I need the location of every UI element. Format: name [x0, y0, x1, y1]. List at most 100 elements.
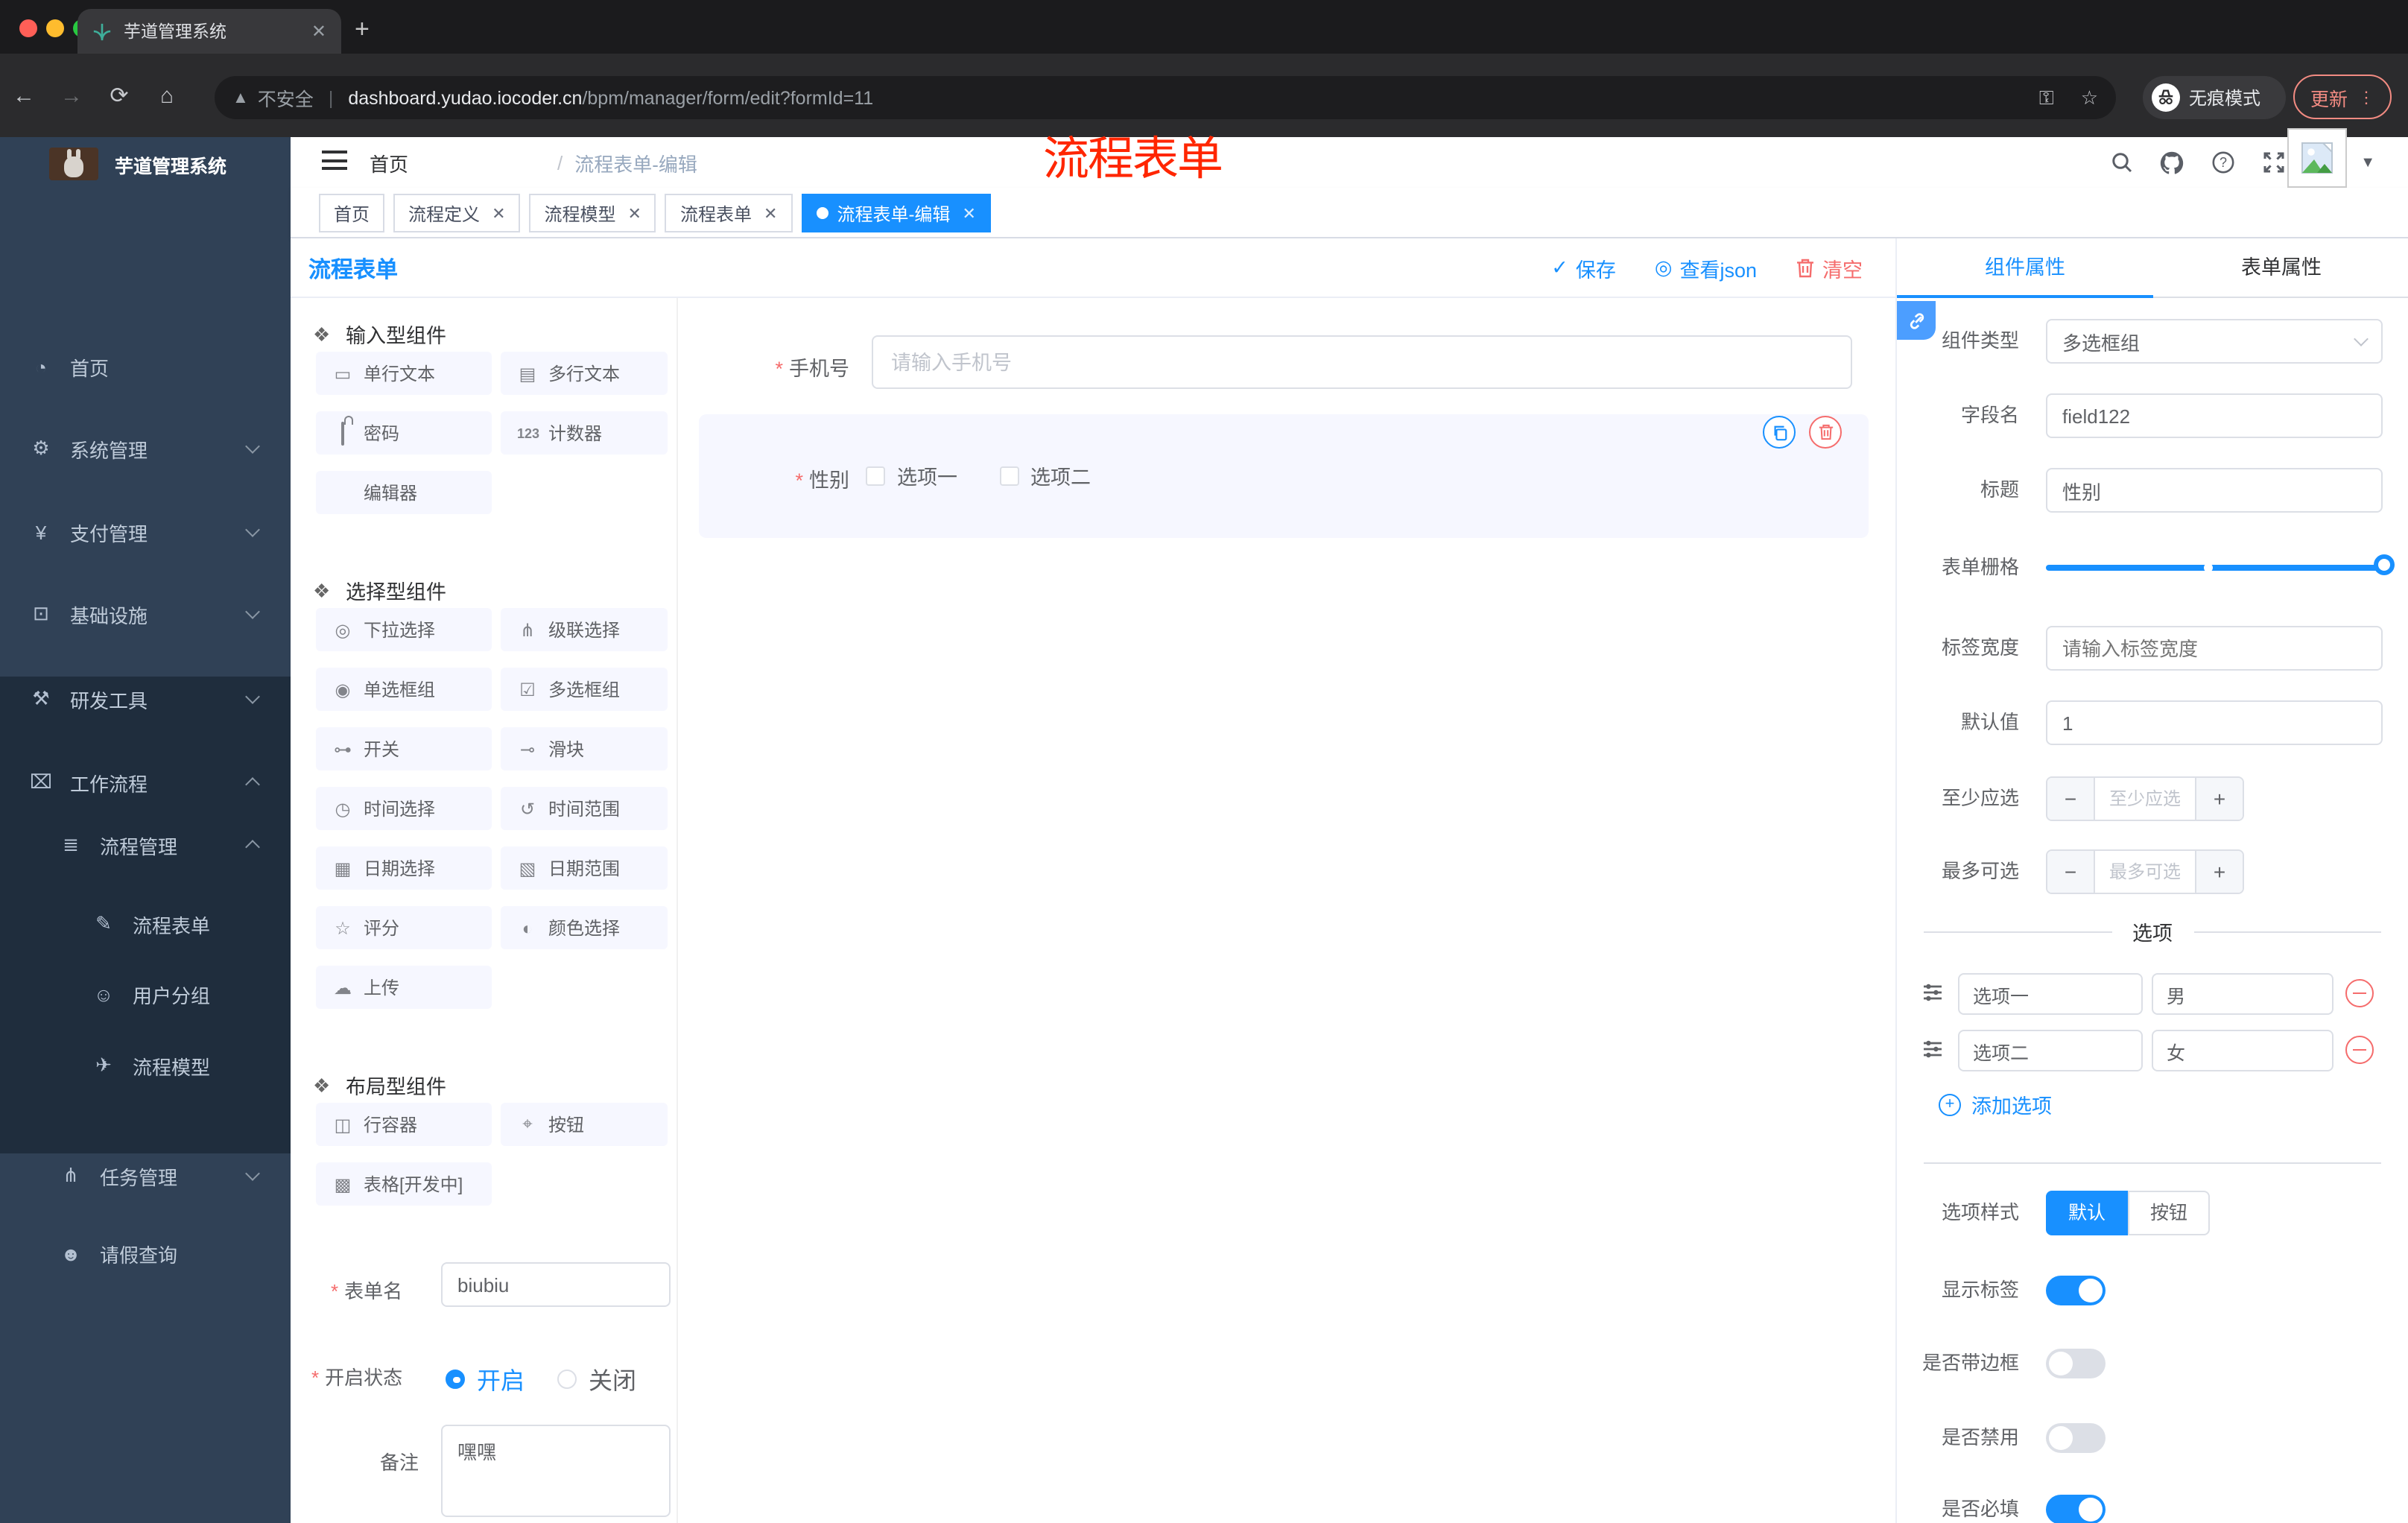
- password-key-icon[interactable]: ⚿: [2039, 86, 2054, 110]
- tag-首页[interactable]: 首页: [319, 194, 385, 232]
- window-close-button[interactable]: [19, 19, 37, 37]
- phone-field-input[interactable]: [872, 335, 1852, 389]
- style-choice-默认[interactable]: 默认: [2046, 1191, 2128, 1235]
- bookmark-star-icon[interactable]: ☆: [2081, 86, 2098, 110]
- status-radio-on[interactable]: 开启: [446, 1361, 525, 1396]
- add-option-button[interactable]: + 添加选项: [1939, 1089, 2052, 1119]
- stepper-minus-button[interactable]: −: [2047, 851, 2094, 893]
- save-button[interactable]: ✓ 保存: [1551, 253, 1616, 283]
- window-minimize-button[interactable]: [46, 19, 64, 37]
- remove-option-button[interactable]: [2345, 1036, 2374, 1064]
- palette-item-多选框组[interactable]: ☑ 多选框组: [501, 668, 668, 711]
- sidebar-item-流程表单[interactable]: ✎ 流程表单: [0, 891, 291, 957]
- sidebar-item-首页[interactable]: ◔ 首页: [0, 334, 291, 399]
- sidebar-item-研发工具[interactable]: ⚒ 研发工具: [0, 666, 291, 732]
- back-icon[interactable]: ←: [0, 83, 48, 108]
- palette-item-滑块[interactable]: ⊸ 滑块: [501, 727, 668, 770]
- sidebar-item-支付管理[interactable]: ¥ 支付管理: [0, 499, 291, 565]
- sidebar-item-流程管理[interactable]: ≣ 流程管理: [0, 812, 291, 878]
- tag-close-icon[interactable]: ✕: [764, 203, 777, 223]
- palette-item-表格[开发中][interactable]: ▩ 表格[开发中]: [316, 1162, 492, 1206]
- fullscreen-icon[interactable]: [2260, 150, 2286, 175]
- browser-update-button[interactable]: 更新 ⋮: [2293, 75, 2392, 119]
- toggle-switch[interactable]: [2046, 1276, 2106, 1305]
- forward-icon[interactable]: →: [48, 83, 95, 108]
- clear-button[interactable]: 清空: [1796, 253, 1863, 283]
- field-name-input[interactable]: [2046, 393, 2383, 438]
- selected-component[interactable]: 性别 选项一选项二: [699, 414, 1869, 538]
- sidebar-item-系统管理[interactable]: ⚙ 系统管理: [0, 416, 291, 481]
- checkbox-icon[interactable]: [999, 466, 1018, 485]
- tag-流程定义[interactable]: 流程定义 ✕: [393, 194, 521, 232]
- tag-close-icon[interactable]: ✕: [628, 203, 641, 223]
- palette-item-时间范围[interactable]: ↺ 时间范围: [501, 787, 668, 830]
- palette-item-计数器[interactable]: 123 计数器: [501, 411, 668, 455]
- palette-item-下拉选择[interactable]: ◎ 下拉选择: [316, 608, 492, 651]
- option-value-input[interactable]: [2152, 1030, 2333, 1071]
- remark-textarea[interactable]: 嘿嘿: [441, 1425, 671, 1517]
- tab-close-icon[interactable]: ✕: [311, 21, 326, 42]
- tag-流程模型[interactable]: 流程模型 ✕: [529, 194, 656, 232]
- sidebar-item-工作流程[interactable]: ⌧ 工作流程: [0, 750, 291, 815]
- tab-form-props[interactable]: 表单属性: [2153, 238, 2408, 298]
- avatar-caret-icon[interactable]: ▼: [2360, 155, 2375, 171]
- option-label-input[interactable]: [1958, 973, 2143, 1015]
- palette-item-单选框组[interactable]: ◉ 单选框组: [316, 668, 492, 711]
- stepper-minus-button[interactable]: −: [2047, 778, 2094, 820]
- stepper-plus-button[interactable]: +: [2196, 851, 2243, 893]
- palette-item-评分[interactable]: ☆ 评分: [316, 906, 492, 949]
- toggle-switch[interactable]: [2046, 1349, 2106, 1378]
- drag-handle-icon[interactable]: [1922, 1039, 1943, 1060]
- status-radio-off[interactable]: 关闭: [557, 1361, 636, 1396]
- browser-tab[interactable]: 芋道管理系统 ✕: [77, 9, 341, 54]
- browser-menu-icon[interactable]: ⋮: [2358, 87, 2374, 107]
- checkbox-icon[interactable]: [866, 466, 885, 485]
- new-tab-button[interactable]: +: [355, 15, 370, 45]
- palette-item-颜色选择[interactable]: ◐ 颜色选择: [501, 906, 668, 949]
- palette-item-编辑器[interactable]: 编辑器: [316, 471, 492, 514]
- min-select-value[interactable]: 至少应选: [2094, 778, 2196, 820]
- palette-item-多行文本[interactable]: ▤ 多行文本: [501, 352, 668, 395]
- search-icon[interactable]: [2108, 150, 2134, 175]
- sidebar-item-用户分组[interactable]: ☺ 用户分组: [0, 961, 291, 1027]
- toggle-switch[interactable]: [2046, 1495, 2106, 1523]
- style-choice-按钮[interactable]: 按钮: [2128, 1191, 2210, 1235]
- palette-item-密码[interactable]: 密码: [316, 411, 492, 455]
- address-bar[interactable]: ▲ 不安全 | dashboard.yudao.iocoder.cn/bpm/m…: [215, 76, 2116, 119]
- gender-option-选项一[interactable]: 选项一: [866, 460, 957, 490]
- breadcrumb-home[interactable]: 首页: [370, 148, 545, 177]
- sidebar-item-请假查询[interactable]: ☻ 请假查询: [0, 1220, 291, 1286]
- tag-流程表单-编辑[interactable]: 流程表单-编辑 ✕: [801, 194, 991, 232]
- palette-item-按钮[interactable]: ⌖ 按钮: [501, 1103, 668, 1146]
- default-value-input[interactable]: [2046, 700, 2383, 745]
- stepper-plus-button[interactable]: +: [2196, 778, 2243, 820]
- slider-handle[interactable]: [2374, 554, 2395, 575]
- github-icon[interactable]: [2159, 150, 2184, 175]
- palette-item-开关[interactable]: ⊶ 开关: [316, 727, 492, 770]
- palette-item-行容器[interactable]: ◫ 行容器: [316, 1103, 492, 1146]
- component-type-select[interactable]: 多选框组: [2046, 319, 2383, 364]
- palette-item-级联选择[interactable]: ⋔ 级联选择: [501, 608, 668, 651]
- palette-item-日期范围[interactable]: ▧ 日期范围: [501, 846, 668, 890]
- sidebar-item-任务管理[interactable]: ⋔ 任务管理: [0, 1143, 291, 1209]
- sidebar-item-流程模型[interactable]: ✈ 流程模型: [0, 1033, 291, 1098]
- home-icon[interactable]: ⌂: [143, 83, 191, 108]
- tag-close-icon[interactable]: ✕: [492, 203, 505, 223]
- option-value-input[interactable]: [2152, 973, 2333, 1015]
- view-json-button[interactable]: ◎ 查看json: [1655, 253, 1757, 283]
- palette-item-日期选择[interactable]: ▦ 日期选择: [316, 846, 492, 890]
- palette-item-时间选择[interactable]: ◷ 时间选择: [316, 787, 492, 830]
- drag-handle-icon[interactable]: [1922, 982, 1943, 1003]
- sidebar-item-基础设施[interactable]: ⊡ 基础设施: [0, 581, 291, 647]
- tag-流程表单[interactable]: 流程表单 ✕: [665, 194, 793, 232]
- gender-option-选项二[interactable]: 选项二: [999, 460, 1091, 490]
- copy-component-button[interactable]: [1763, 416, 1796, 449]
- grid-slider[interactable]: [2046, 554, 2395, 575]
- avatar[interactable]: [2287, 128, 2347, 188]
- palette-item-上传[interactable]: ☁ 上传: [316, 966, 492, 1009]
- remove-option-button[interactable]: [2345, 979, 2374, 1007]
- field-title-input[interactable]: [2046, 468, 2383, 513]
- delete-component-button[interactable]: [1809, 416, 1842, 449]
- tag-close-icon[interactable]: ✕: [962, 203, 975, 223]
- help-icon[interactable]: ?: [2210, 150, 2235, 175]
